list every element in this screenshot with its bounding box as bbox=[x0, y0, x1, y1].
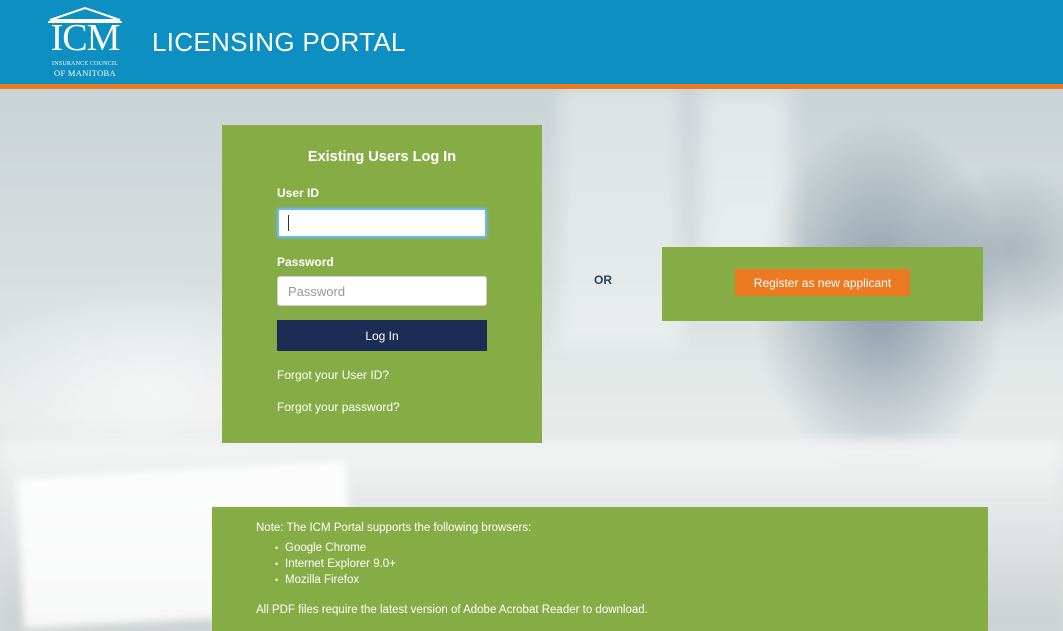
login-title: Existing Users Log In bbox=[307, 149, 457, 165]
header-bar: ICM INSURANCE COUNCIL OF MANITOBA LICENS… bbox=[0, 0, 1063, 84]
list-item: Mozilla Firefox bbox=[275, 572, 396, 588]
portal-title: LICENSING PORTAL bbox=[152, 27, 406, 57]
or-separator: OR bbox=[594, 273, 612, 287]
browser-note-panel: Note: The ICM Portal supports the follow… bbox=[212, 507, 988, 631]
register-panel: Register as new applicant bbox=[662, 247, 983, 321]
login-panel: Existing Users Log In User ID Password L… bbox=[222, 125, 542, 443]
note-footer: All PDF files require the latest version… bbox=[256, 604, 648, 616]
password-label: Password bbox=[277, 255, 334, 269]
logo-mark: ICM bbox=[50, 17, 121, 59]
forgot-userid-link[interactable]: Forgot your User ID? bbox=[277, 368, 389, 382]
note-intro-text: : The ICM Portal supports the following … bbox=[280, 522, 532, 534]
userid-label: User ID bbox=[277, 186, 320, 200]
list-item: Internet Explorer 9.0+ bbox=[275, 556, 396, 572]
text-caret bbox=[288, 215, 289, 231]
list-item: Google Chrome bbox=[275, 540, 396, 556]
icm-logo[interactable]: ICM INSURANCE COUNCIL OF MANITOBA bbox=[42, 6, 128, 78]
forgot-password-link[interactable]: Forgot your password? bbox=[277, 400, 400, 414]
logo-line1: INSURANCE COUNCIL bbox=[52, 61, 118, 67]
header-accent-stripe bbox=[0, 84, 1063, 89]
userid-input[interactable] bbox=[277, 208, 487, 238]
password-input[interactable] bbox=[277, 276, 487, 306]
note-label: Note bbox=[256, 522, 281, 534]
login-button[interactable]: Log In bbox=[277, 320, 487, 351]
browser-list: Google Chrome Internet Explorer 9.0+ Moz… bbox=[275, 540, 396, 588]
register-button[interactable]: Register as new applicant bbox=[735, 269, 910, 296]
note-intro: Note: The ICM Portal supports the follow… bbox=[256, 522, 531, 534]
logo-line2: OF MANITOBA bbox=[54, 68, 116, 78]
